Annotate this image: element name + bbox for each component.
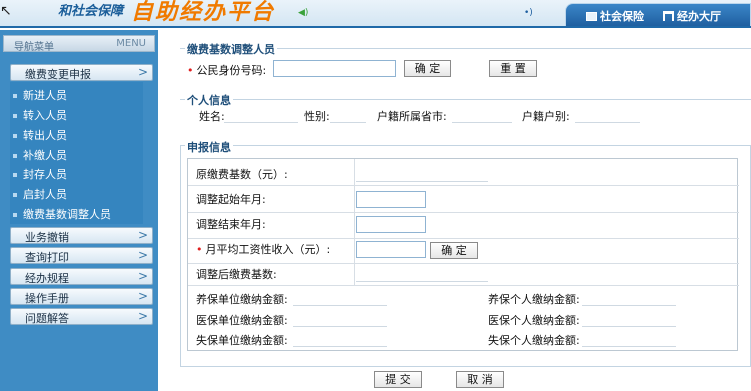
bullet-icon (13, 213, 17, 217)
gender-label: 性别: (304, 110, 330, 123)
tab-service-hall[interactable]: 经办大厅 (663, 8, 721, 24)
province-label: 户籍所属省市: (377, 110, 447, 123)
header-tabs: 社会保险 经办大厅 (565, 3, 751, 26)
medical-unit-label: 医保单位缴纳金额: (196, 314, 288, 327)
monthly-income-label: • 月平均工资性收入（元）: (196, 243, 331, 256)
speaker-icon: ◀) (298, 8, 309, 18)
medical-personal-value (582, 326, 676, 327)
original-base-value (356, 181, 488, 182)
pension-unit-label: 养保单位缴纳金额: (196, 293, 288, 306)
household-type-value (575, 122, 640, 123)
sidebar-menu-label: MENU (116, 38, 146, 49)
divider (180, 99, 751, 100)
adjusted-base-value (356, 281, 488, 282)
bullet-icon (13, 193, 17, 197)
sidebar-group-contribution-change[interactable]: 缴费变更申报 > (10, 64, 153, 81)
query-section-title: 缴费基数调整人员 (185, 41, 277, 57)
pension-personal-label: 养保个人缴纳金额: (488, 293, 580, 306)
query-confirm-button[interactable]: 确 定 (404, 60, 451, 77)
unemployment-personal-label: 失保个人缴纳金额: (488, 334, 580, 347)
gender-value (330, 122, 366, 123)
card-icon (586, 11, 597, 21)
province-value (452, 122, 512, 123)
pension-personal-value (582, 305, 676, 306)
bullet-icon (13, 94, 17, 98)
bullet-icon (13, 173, 17, 177)
main-content: 缴费基数调整人员 • 公民身份号码: 确 定 重 置 个人信息 姓名: 性别: 户… (158, 30, 751, 391)
sidebar-heading: 导航菜单 (14, 42, 54, 53)
adjusted-base-label: 调整后缴费基数: (196, 268, 277, 281)
reset-button[interactable]: 重 置 (489, 60, 537, 77)
id-number-label: • 公民身份号码: (187, 64, 267, 77)
speaker-icon: •) (524, 8, 533, 18)
cancel-button[interactable]: 取 消 (456, 371, 504, 388)
medical-personal-label: 医保个人缴纳金额: (488, 314, 580, 327)
sidebar: 导航菜单 MENU 缴费变更申报 > 新进人员 转入人员 转出人员 补缴人员 封… (0, 30, 158, 391)
chevron-right-icon: > (137, 309, 149, 323)
unemployment-unit-label: 失保单位缴纳金额: (196, 334, 288, 347)
sidebar-item-new-staff[interactable]: 新进人员 (13, 87, 67, 103)
sidebar-group-manual[interactable]: 操作手册 > (10, 288, 153, 305)
pension-unit-value (293, 305, 387, 306)
sidebar-group-query-print[interactable]: 查询打印 > (10, 247, 153, 264)
sidebar-item-transfer-out[interactable]: 转出人员 (13, 127, 67, 143)
medical-unit-value (293, 326, 387, 327)
sidebar-item-transfer-in[interactable]: 转入人员 (13, 107, 67, 123)
chevron-right-icon: > (137, 65, 149, 79)
bullet-icon (13, 114, 17, 118)
personal-section-title: 个人信息 (185, 92, 233, 108)
bullet-icon (13, 154, 17, 158)
start-month-input[interactable] (356, 191, 426, 208)
chevron-right-icon: > (137, 228, 149, 242)
start-month-label: 调整起始年月: (196, 193, 266, 206)
cursor-icon: ↖ (0, 3, 12, 19)
sidebar-item-resume[interactable]: 启封人员 (13, 186, 67, 202)
tab-social-insurance[interactable]: 社会保险 (586, 8, 644, 24)
bullet-icon (13, 134, 17, 138)
end-month-input[interactable] (356, 216, 426, 233)
sidebar-header: 导航菜单 MENU (3, 35, 155, 53)
income-confirm-button[interactable]: 确 定 (430, 242, 478, 259)
sidebar-item-base-adjustment[interactable]: 缴费基数调整人员 (13, 206, 111, 222)
name-value (224, 122, 298, 123)
unemployment-personal-value (582, 346, 676, 347)
chevron-right-icon: > (137, 269, 149, 283)
sidebar-item-suspend[interactable]: 封存人员 (13, 166, 67, 182)
sidebar-group-revoke[interactable]: 业务撤销 > (10, 227, 153, 244)
chevron-right-icon: > (137, 289, 149, 303)
end-month-label: 调整结束年月: (196, 218, 266, 231)
chevron-right-icon: > (137, 248, 149, 262)
household-type-label: 户籍户别: (522, 110, 570, 123)
name-label: 姓名: (199, 110, 225, 123)
sidebar-group-faq[interactable]: 问题解答 > (10, 308, 153, 325)
building-icon (663, 11, 674, 21)
header-subtitle: 和社会保障 (58, 4, 124, 19)
unemployment-unit-value (293, 346, 387, 347)
app-title: 自助经办平台 (131, 0, 276, 25)
sidebar-item-back-payment[interactable]: 补缴人员 (13, 147, 67, 163)
app-header: ↖ 和社会保障 自助经办平台 ◀) •) 社会保险 经办大厅 (0, 0, 751, 28)
monthly-income-input[interactable] (356, 241, 426, 258)
original-base-label: 原缴费基数（元）: (196, 168, 288, 181)
submit-button[interactable]: 提 交 (374, 371, 422, 388)
id-number-input[interactable] (273, 60, 396, 77)
sidebar-group-procedures[interactable]: 经办规程 > (10, 268, 153, 285)
